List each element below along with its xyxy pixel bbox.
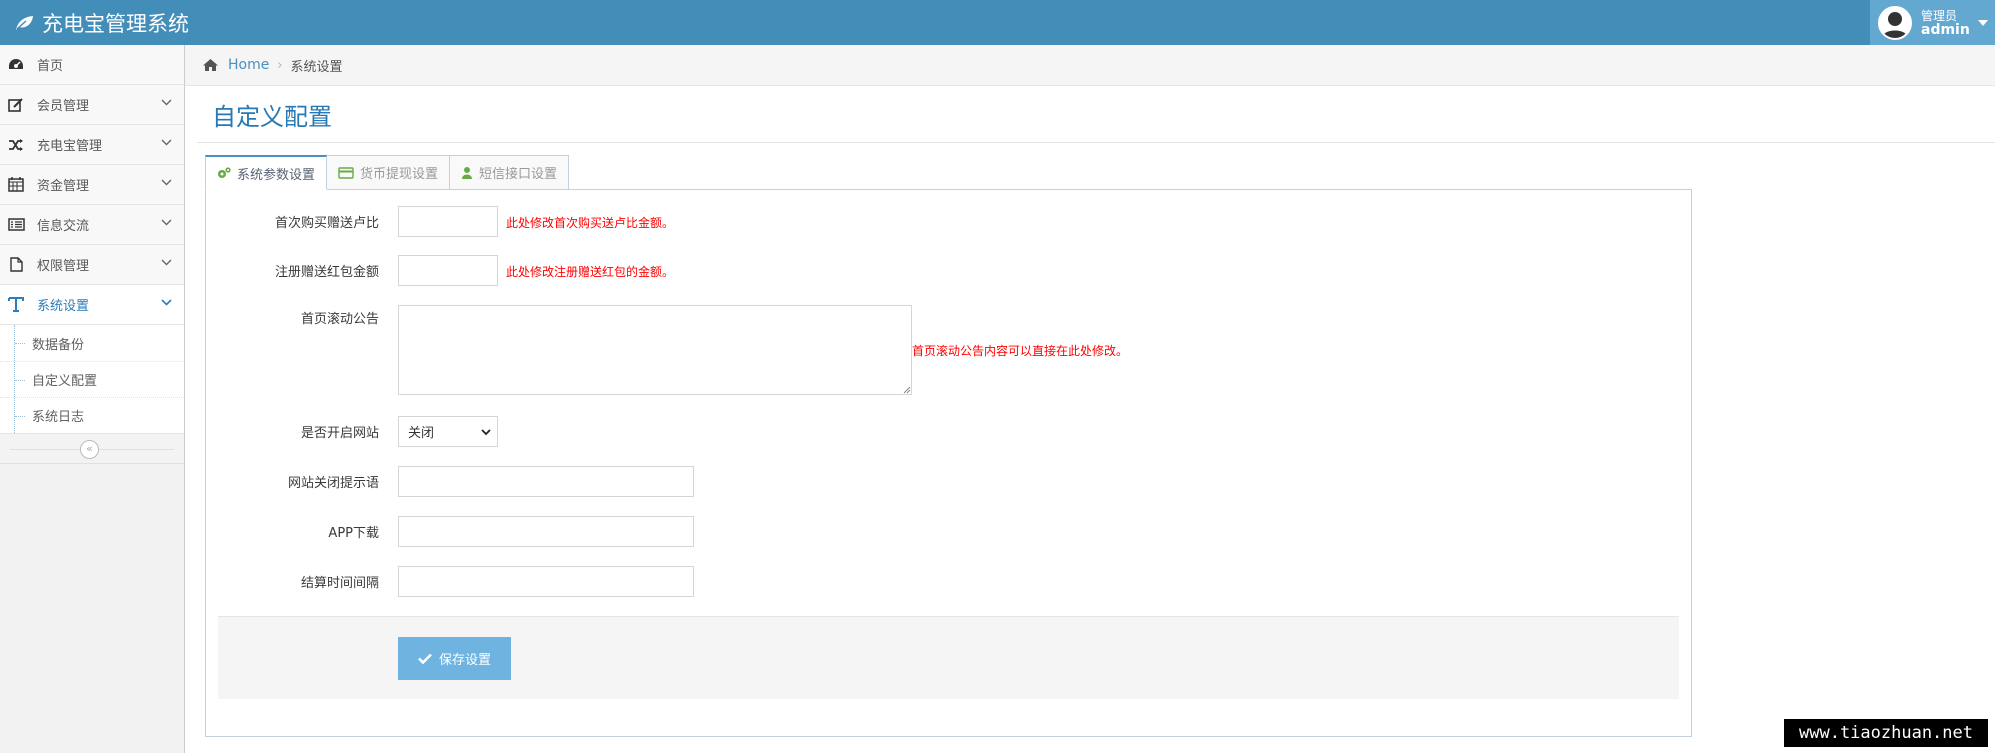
- announcement-hint: 首页滚动公告内容可以直接在此处修改。: [912, 344, 1129, 358]
- user-name: admin: [1921, 21, 1970, 38]
- field-label: 结算时间间隔: [300, 576, 379, 591]
- sidebar-item-home[interactable]: 首页: [0, 45, 184, 85]
- sidebar: 首页 会员管理 充电宝管理 资金管理 信息交流 权限管理 系统设置 数据备份 自…: [0, 45, 185, 753]
- field-label: 网站关闭提示语: [287, 476, 379, 491]
- check-icon: [418, 653, 432, 664]
- chevron-down-icon: [161, 219, 172, 226]
- tab-system-params[interactable]: 系统参数设置: [205, 155, 328, 190]
- sidebar-item-label: 会员管理: [37, 99, 90, 114]
- chevron-down-icon: [161, 99, 172, 106]
- sidebar-collapse-bar: «: [0, 434, 184, 464]
- settings-tabs: 系统参数设置 货币提现设置 短信接口设置: [205, 155, 570, 190]
- field-label: 注册赠送红包金额: [274, 265, 379, 280]
- tab-label: 系统参数设置: [237, 167, 316, 183]
- form-row-app-download: APP下载: [206, 516, 379, 547]
- form-actions: 保存设置: [218, 616, 1679, 699]
- page-title: 自定义配置: [212, 103, 332, 131]
- sidebar-item-permissions[interactable]: 权限管理: [0, 245, 184, 285]
- user-icon: [462, 167, 473, 179]
- breadcrumb: Home › 系统设置: [185, 45, 1995, 86]
- file-icon: [7, 256, 25, 274]
- submenu-item-custom-config[interactable]: 自定义配置: [0, 361, 184, 397]
- sidebar-item-messages[interactable]: 信息交流: [0, 205, 184, 245]
- sidebar-item-label: 充电宝管理: [37, 139, 103, 154]
- divider: [197, 142, 1995, 143]
- app-title: 充电宝管理系统: [42, 12, 189, 36]
- text-icon: [7, 296, 25, 314]
- field-label: 首页滚动公告: [300, 311, 379, 327]
- submenu-item-label: 数据备份: [32, 337, 85, 353]
- leaf-icon: [16, 16, 33, 30]
- user-role: 管理员: [1921, 8, 1958, 23]
- submenu-item-label: 自定义配置: [32, 374, 98, 389]
- sidebar-item-powerbank[interactable]: 充电宝管理: [0, 125, 184, 165]
- cogs-icon: [218, 167, 231, 178]
- breadcrumb-current: 系统设置: [290, 59, 343, 75]
- sidebar-item-label: 资金管理: [37, 179, 90, 194]
- breadcrumb-home-link[interactable]: Home: [228, 57, 269, 73]
- resize-handle-icon[interactable]: [903, 386, 911, 394]
- tab-label: 货币提现设置: [360, 167, 439, 182]
- app-download-input[interactable]: [398, 516, 694, 547]
- field-label: 是否开启网站: [300, 426, 379, 441]
- list-alt-icon: [7, 216, 25, 234]
- submenu-item-backup[interactable]: 数据备份: [0, 325, 184, 361]
- avatar: [1878, 5, 1912, 40]
- tab-sms-settings[interactable]: 短信接口设置: [449, 155, 570, 190]
- navbar: 充电宝管理系统 管理员 admin: [0, 0, 1995, 45]
- form-row-site-open: 是否开启网站: [206, 416, 379, 447]
- first-buy-ratio-hint: 此处修改首次购买送卢比金额。: [506, 216, 675, 230]
- form-row-register-bonus: 注册赠送红包金额: [206, 255, 379, 286]
- form-row-announcement: 首页滚动公告: [206, 307, 379, 327]
- credit-card-icon: [338, 166, 354, 179]
- calendar-icon: [7, 176, 25, 194]
- form-row-close-notice: 网站关闭提示语: [206, 466, 379, 497]
- sidebar-item-members[interactable]: 会员管理: [0, 85, 184, 125]
- tab-label: 短信接口设置: [479, 167, 558, 182]
- sidebar-item-label: 信息交流: [37, 219, 90, 234]
- chevron-down-icon: [161, 299, 172, 306]
- shuffle-icon: [7, 136, 25, 154]
- first-buy-ratio-input[interactable]: [398, 206, 498, 237]
- home-icon: [203, 59, 218, 71]
- register-bonus-input[interactable]: [398, 255, 498, 286]
- brand[interactable]: 充电宝管理系统: [14, 9, 189, 37]
- settle-interval-input[interactable]: [398, 566, 694, 597]
- breadcrumb-separator: ›: [277, 57, 283, 73]
- select-value: 关闭: [408, 426, 435, 441]
- chevron-down-icon: [161, 139, 172, 146]
- user-info: 管理员 admin: [1921, 9, 1970, 37]
- collapse-sidebar-button[interactable]: «: [80, 440, 99, 459]
- submenu-item-logs[interactable]: 系统日志: [0, 397, 184, 433]
- sidebar-item-label: 权限管理: [37, 259, 90, 274]
- sidebar-item-label: 系统设置: [37, 299, 90, 314]
- dashboard-icon: [7, 56, 25, 74]
- caret-down-icon: [1977, 19, 1988, 26]
- sidebar-item-settings[interactable]: 系统设置: [0, 285, 184, 325]
- sidebar-item-label: 首页: [37, 59, 64, 74]
- button-label: 保存设置: [438, 653, 491, 668]
- settings-form: 首次购买赠送卢比 此处修改首次购买送卢比金额。 注册赠送红包金额 此处修改注册赠…: [205, 189, 1692, 737]
- sidebar-item-finance[interactable]: 资金管理: [0, 165, 184, 205]
- form-row-first-buy: 首次购买赠送卢比: [206, 206, 379, 237]
- submenu-item-label: 系统日志: [32, 410, 85, 425]
- save-settings-button[interactable]: 保存设置: [398, 637, 511, 680]
- chevron-down-icon: [161, 259, 172, 266]
- chevron-down-icon: [481, 429, 491, 436]
- form-row-settle-interval: 结算时间间隔: [206, 566, 379, 597]
- announcement-textarea[interactable]: [398, 305, 912, 395]
- field-label: 首次购买赠送卢比: [274, 216, 379, 231]
- settings-submenu: 数据备份 自定义配置 系统日志: [0, 325, 184, 434]
- edit-icon: [7, 96, 25, 114]
- field-label: APP下载: [328, 526, 379, 541]
- tab-withdraw-settings[interactable]: 货币提现设置: [326, 155, 451, 190]
- watermark: www.tiaozhuan.net: [1784, 719, 1988, 747]
- register-bonus-hint: 此处修改注册赠送红包的金额。: [506, 265, 675, 279]
- user-menu[interactable]: 管理员 admin: [1870, 0, 1995, 45]
- close-notice-input[interactable]: [398, 466, 694, 497]
- site-open-select[interactable]: 关闭: [398, 416, 498, 447]
- chevron-down-icon: [161, 179, 172, 186]
